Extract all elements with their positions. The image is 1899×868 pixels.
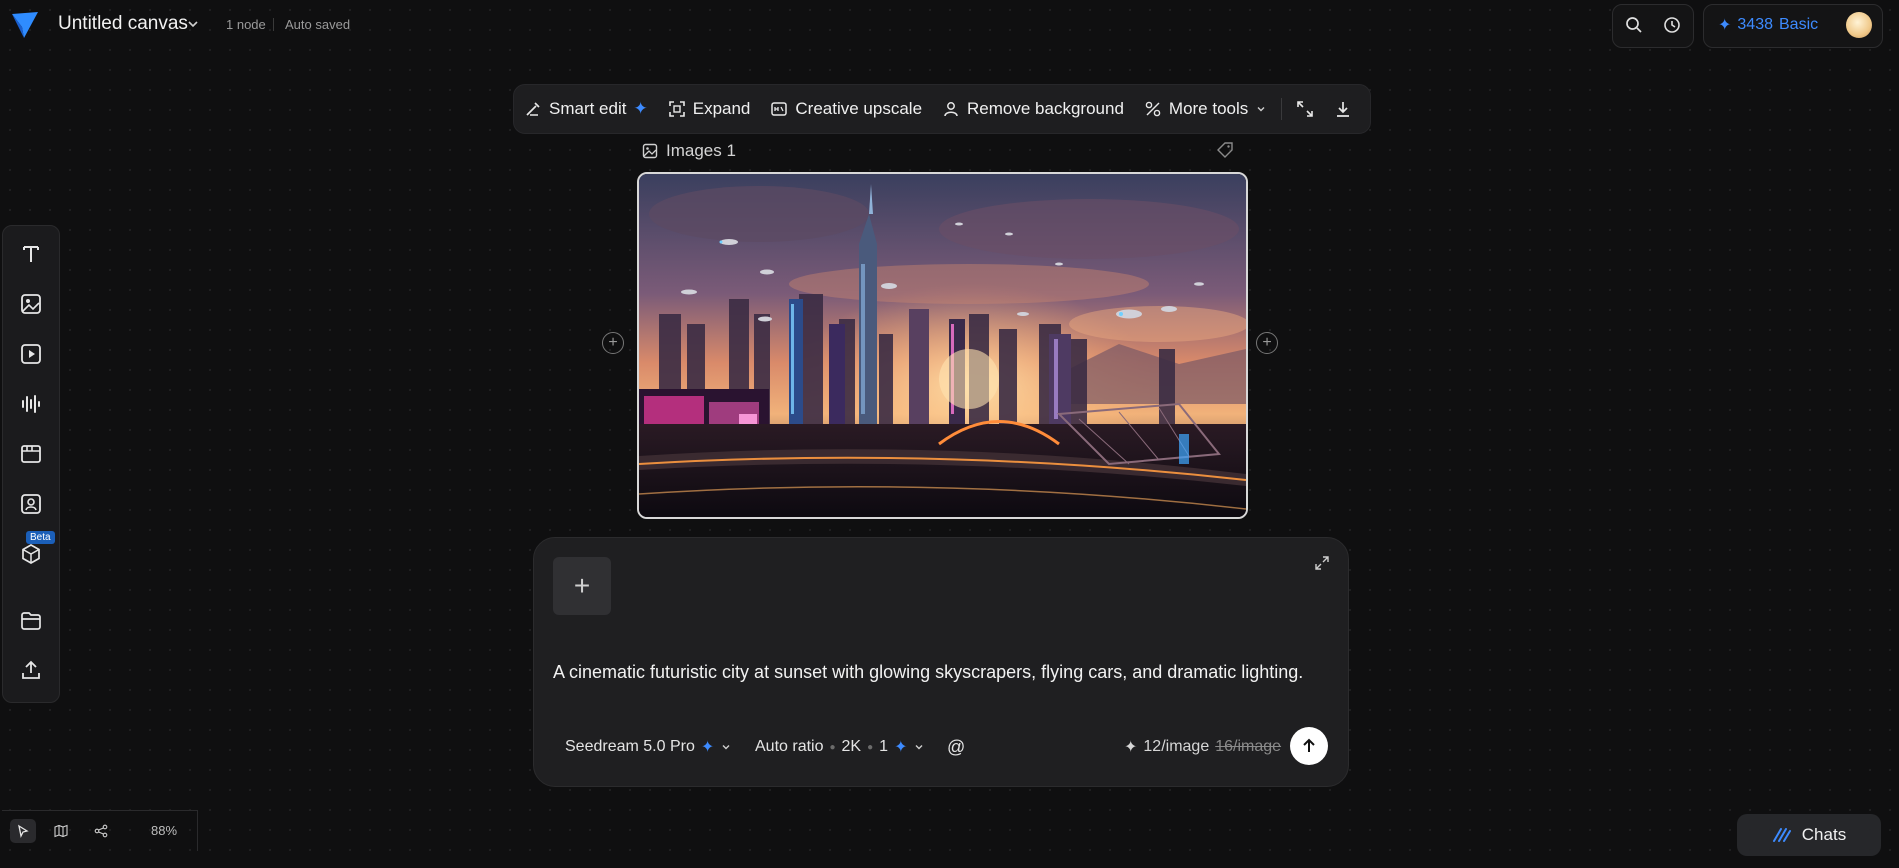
download-icon [1337,102,1350,117]
left-sidebar [2,225,60,703]
smart-edit-icon [526,102,540,116]
smart-edit-label: Smart edit [549,99,627,118]
sparkle-icon: ✦ [894,739,908,756]
app-logo-icon[interactable] [10,10,40,40]
text-icon[interactable] [19,242,43,266]
creative-upscale-button[interactable]: Creative upscale [760,85,932,133]
sparkle-icon: ✦ [633,99,648,118]
separator-dot: ● [867,741,874,753]
model-select[interactable]: Seedream 5.0 Pro ✦ [565,737,732,757]
person-icon [944,102,958,117]
sparkle-icon: ✦ [1718,17,1732,34]
share-icon [94,824,108,838]
node-title: Images 1 [666,141,736,160]
beta-badge: Beta [26,531,55,544]
separator-dot: ● [829,741,836,753]
share-button[interactable] [88,819,114,843]
divider [273,18,274,31]
mention-button[interactable]: @ [947,737,965,758]
plan-label: Basic [1779,16,1819,33]
arrow-up-icon [1303,738,1315,752]
history-icon[interactable] [1663,16,1681,34]
generation-settings[interactable]: Auto ratio ● 2K ● 1 ✦ [755,737,925,757]
3d-icon[interactable] [19,542,43,566]
remove-background-button[interactable]: Remove background [932,85,1134,133]
original-price: 16/image [1215,738,1282,755]
download-button[interactable] [1324,85,1362,133]
expand-panel-icon[interactable] [1314,555,1330,571]
avatar-icon[interactable] [19,492,43,516]
credit-count: 3438 [1737,16,1773,33]
save-status: Auto saved [285,17,351,32]
plus-icon: + [608,334,618,351]
zoom-level[interactable]: 88% [151,823,177,838]
count-label: 1 [879,738,889,755]
add-node-right-button[interactable]: + [1256,332,1278,354]
chevron-down-icon [722,745,730,750]
tools-icon [1145,101,1161,117]
remove-background-label: Remove background [967,99,1124,118]
credits-display[interactable]: ✦ 3438 Basic [1718,15,1818,35]
chevron-down-icon [1257,107,1265,112]
prompt-input[interactable]: A cinematic futuristic city at sunset wi… [553,662,1303,683]
sparkle-icon: ✦ [700,739,715,756]
select-tool-button[interactable] [10,819,36,843]
smart-edit-button[interactable]: Smart edit ✦ [514,85,658,133]
more-tools-button[interactable]: More tools [1134,85,1277,133]
audio-icon[interactable] [19,392,43,416]
plus-icon: + [573,570,591,601]
upscale-icon [771,102,788,116]
ratio-label: Auto ratio [755,738,824,755]
avatar[interactable] [1846,12,1872,38]
resolution-label: 2K [841,738,862,755]
node-toolbar: Smart edit ✦ Expand Creative upscale Rem… [513,84,1371,134]
search-icon[interactable] [1625,16,1643,34]
folder-icon[interactable] [19,609,43,633]
fullscreen-button[interactable] [1286,85,1324,133]
more-tools-label: More tools [1168,99,1249,118]
expand-icon [668,101,685,117]
model-label: Seedream 5.0 Pro [565,738,695,755]
divider [1281,98,1283,120]
canvas-title[interactable]: Untitled canvas [58,13,188,35]
add-node-left-button[interactable]: + [602,332,624,354]
image-icon [642,143,658,159]
creative-upscale-label: Creative upscale [795,99,923,118]
top-icon-group [1612,4,1694,48]
fullscreen-icon [1297,101,1314,117]
current-price: 12/image [1143,738,1210,755]
map-view-button[interactable] [48,819,74,843]
node-label[interactable]: Images 1 [642,141,736,161]
chats-label: Chats [1801,825,1847,844]
tag-icon[interactable] [1216,141,1234,159]
price-info: ✦ 12/image 16/image [1124,737,1281,757]
cursor-icon [18,824,29,838]
chats-button[interactable]: Chats [1737,814,1881,856]
sparkle-icon: ✦ [1124,739,1138,756]
chat-icon [1772,828,1791,842]
map-icon [54,824,68,838]
storyboard-icon[interactable] [19,442,43,466]
upload-icon[interactable] [19,658,43,682]
chevron-down-icon[interactable] [186,17,200,31]
expand-button[interactable]: Expand [658,85,761,133]
expand-label: Expand [692,99,751,118]
chevron-down-icon [915,745,923,750]
video-icon[interactable] [19,342,43,366]
add-reference-button[interactable]: + [553,557,611,615]
node-count: 1 node [226,17,266,32]
plus-icon: + [1262,334,1272,351]
send-button[interactable] [1290,727,1328,765]
generated-image[interactable] [637,172,1248,519]
image-icon[interactable] [19,292,43,316]
